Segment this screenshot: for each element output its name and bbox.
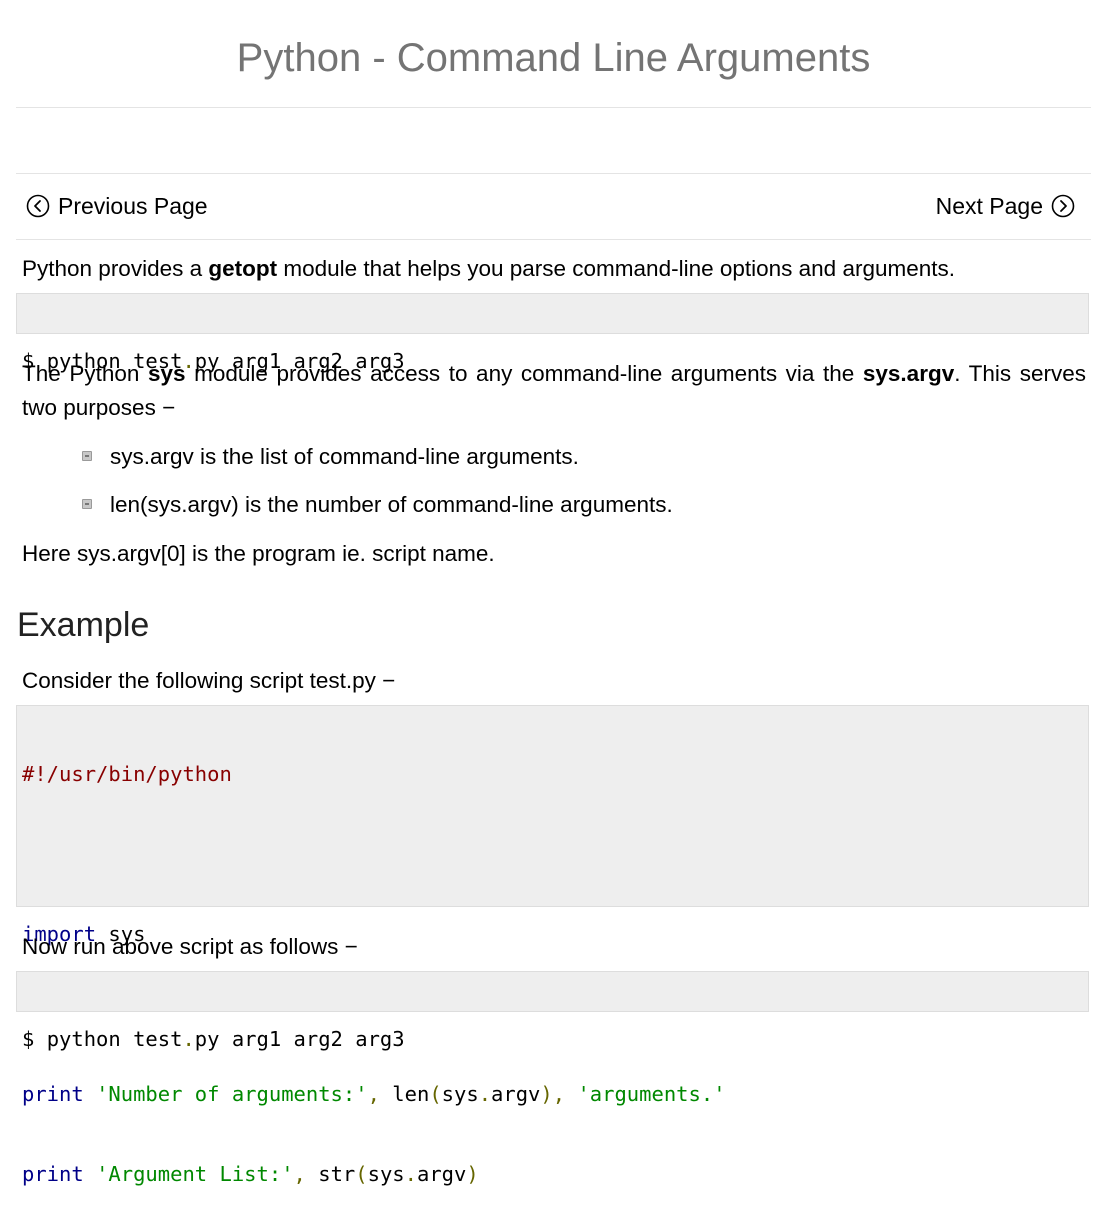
code-line: print 'Number of arguments:', len(sys.ar…	[22, 1078, 1088, 1110]
code-punct: ,	[367, 1082, 380, 1106]
page-title: Python - Command Line Arguments	[236, 36, 871, 80]
run-script-text: Now run above script as follows −	[22, 934, 358, 959]
code-line: print 'Argument List:', str(sys.argv)	[22, 1158, 1088, 1190]
previous-page-label: Previous Page	[58, 193, 208, 219]
sys-argv-keyword: sys.argv	[862, 361, 955, 386]
getopt-keyword: getopt	[208, 256, 278, 281]
string-literal: 'Number of arguments:'	[96, 1082, 368, 1106]
code-line: #!/usr/bin/python	[22, 758, 1088, 790]
purposes-list: sys.argv is the list of command-line arg…	[82, 441, 673, 537]
list-item-text: len(sys.argv) is the number of command-l…	[110, 492, 673, 517]
sys-ref: sys	[441, 1082, 479, 1106]
command-args: py arg1 arg2 arg3	[194, 1027, 405, 1051]
example-heading: Example	[17, 606, 150, 644]
prompt-symbol: $	[22, 1027, 47, 1051]
argv-ref: argv	[491, 1082, 541, 1106]
str-call: str	[305, 1162, 356, 1186]
code-punct: (	[355, 1162, 368, 1186]
circle-chevron-left-icon	[26, 194, 58, 218]
title-divider	[16, 107, 1091, 108]
shebang-comment: #!/usr/bin/python	[22, 762, 232, 786]
code-punct: ),	[540, 1082, 566, 1106]
square-bullet-icon	[82, 499, 92, 509]
sys-para-text-1: The Python	[22, 361, 148, 386]
nav-top-divider	[16, 173, 1091, 174]
sys-ref: sys	[367, 1162, 405, 1186]
code-punct: (	[429, 1082, 442, 1106]
sys-keyword: sys	[147, 361, 186, 386]
len-call: len	[379, 1082, 430, 1106]
command-block-2: $ python test.py arg1 arg2 arg3	[16, 971, 1089, 1051]
code-punct: .	[404, 1162, 417, 1186]
next-page-link[interactable]: Next Page	[936, 190, 1075, 222]
print-keyword: print	[22, 1162, 84, 1186]
code-punct: ,	[293, 1162, 306, 1186]
circle-chevron-right-icon	[1043, 194, 1075, 218]
string-literal: 'arguments.'	[577, 1082, 726, 1106]
print-keyword: print	[22, 1082, 84, 1106]
script-code-block: #!/usr/bin/python import sys print 'Numb…	[16, 705, 1089, 1186]
intro-paragraph: Python provides a getopt module that hel…	[22, 252, 1086, 286]
sys-para-text-2: module provides access to any command-li…	[185, 361, 863, 386]
argv0-note: Here sys.argv[0] is the program ie. scri…	[22, 541, 495, 566]
square-bullet-icon	[82, 451, 92, 461]
string-literal: 'Argument List:'	[96, 1162, 294, 1186]
nav-bottom-divider	[16, 239, 1091, 240]
code-punct: .	[478, 1082, 492, 1106]
previous-page-link[interactable]: Previous Page	[26, 190, 208, 222]
sys-module-paragraph: The Python sys module provides access to…	[22, 357, 1086, 425]
argv-ref: argv	[416, 1162, 467, 1186]
intro-text-prefix: Python provides a	[22, 256, 209, 281]
command-block-1: $ python test.py arg1 arg2 arg3	[16, 293, 1089, 373]
consider-script-text: Consider the following script test.py −	[22, 668, 396, 693]
list-item: sys.argv is the list of command-line arg…	[82, 441, 673, 489]
command-dot: .	[182, 1027, 195, 1051]
list-item: len(sys.argv) is the number of command-l…	[82, 489, 673, 537]
command-text: python test	[46, 1027, 183, 1051]
next-page-label: Next Page	[935, 193, 1043, 219]
code-punct: )	[466, 1162, 479, 1186]
list-item-text: sys.argv is the list of command-line arg…	[110, 444, 579, 469]
intro-text-suffix: module that helps you parse command-line…	[277, 256, 955, 281]
